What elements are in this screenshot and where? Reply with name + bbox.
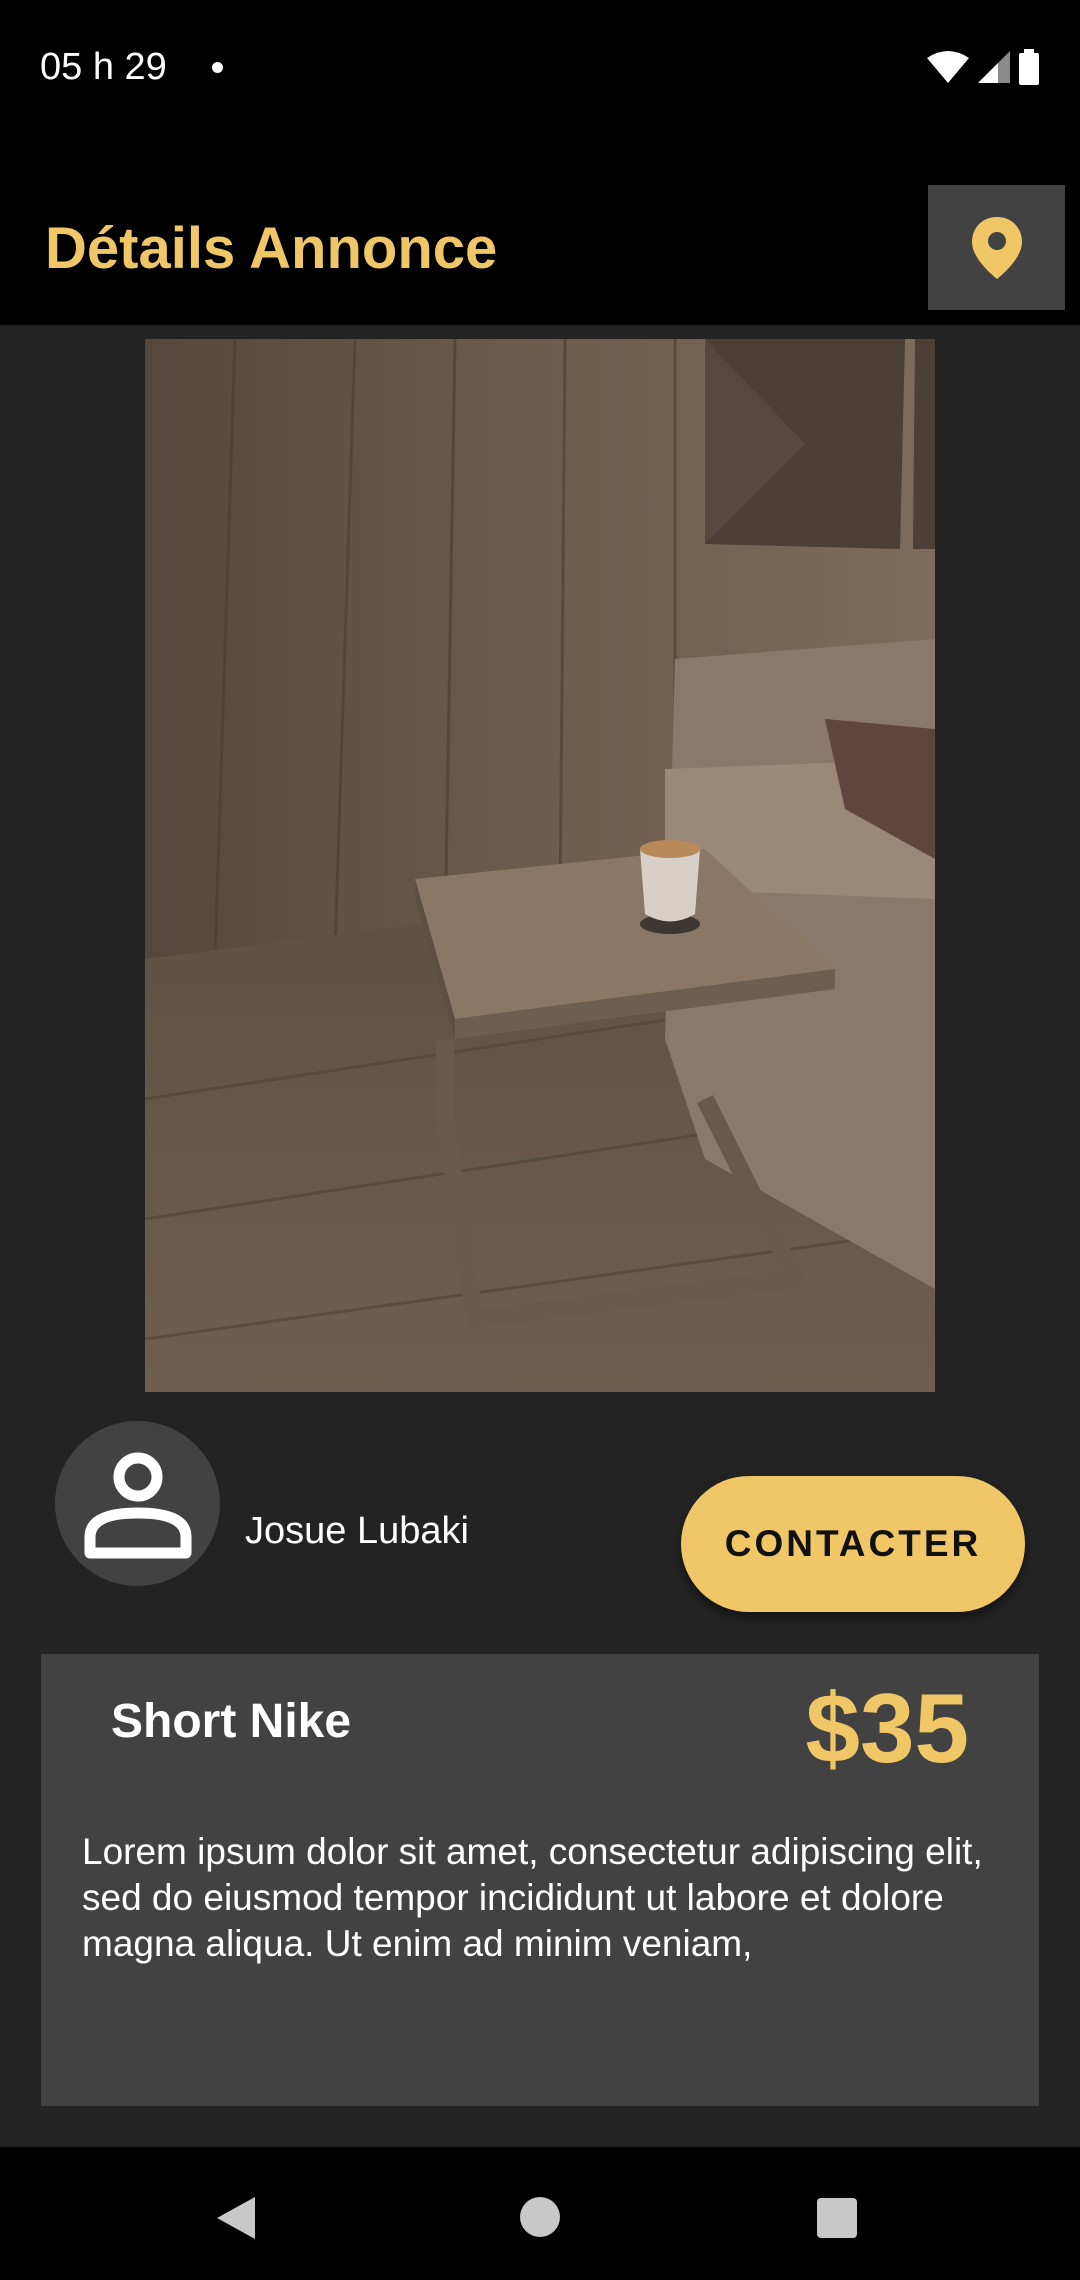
recents-icon[interactable]	[817, 2198, 857, 2238]
wifi-icon	[927, 51, 969, 83]
item-price: $35	[805, 1673, 969, 1783]
cell-signal-icon	[978, 51, 1010, 83]
location-pin-icon	[971, 216, 1022, 279]
listing-details-card: Short Nike $35 Lorem ipsum dolor sit ame…	[41, 1654, 1039, 2106]
item-title: Short Nike	[111, 1695, 352, 1748]
status-icons	[926, 48, 1040, 86]
contact-button[interactable]: CONTACTER	[681, 1476, 1025, 1612]
location-button[interactable]	[928, 185, 1065, 310]
item-description: Lorem ipsum dolor sit amet, consectetur …	[82, 1831, 983, 1964]
status-bar: 05 h 29	[0, 0, 1080, 135]
seller-name: Josue Lubaki	[245, 1510, 469, 1552]
app-bar: Détails Annonce	[0, 135, 1080, 325]
home-icon[interactable]	[520, 2197, 560, 2237]
seller-avatar[interactable]	[55, 1421, 220, 1586]
system-nav-bar	[0, 2147, 1080, 2280]
back-icon[interactable]	[215, 2195, 257, 2241]
notification-dot-icon	[212, 62, 223, 73]
page-title: Détails Annonce	[45, 216, 498, 281]
product-image	[145, 339, 935, 1392]
product-photo	[145, 339, 935, 1392]
battery-icon	[1019, 49, 1039, 85]
status-time: 05 h 29	[40, 46, 167, 88]
person-icon	[84, 1452, 191, 1558]
